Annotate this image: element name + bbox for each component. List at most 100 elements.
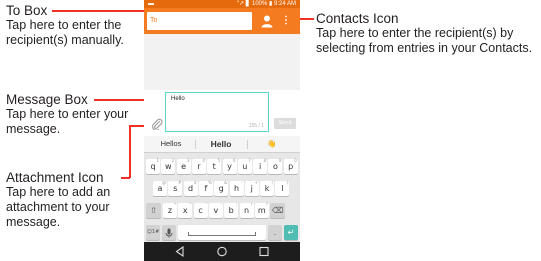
key-secondary-label: ' xyxy=(205,202,207,207)
microphone-icon xyxy=(165,228,173,237)
callout-description: Tap here to enter the recipient(s) by se… xyxy=(316,26,533,55)
keyboard: Hellos Hello 👋 q 1 w 2 e 3 r 4 t 5 y 6 u 7 i 8 o 9 p 0 a @ s # d… xyxy=(144,136,300,242)
callout-contacts-icon: Contacts Icon Tap here to enter the reci… xyxy=(316,11,538,56)
recents-square-icon xyxy=(259,246,269,257)
key-secondary-label: * xyxy=(174,202,176,207)
key-label: d xyxy=(188,184,194,193)
backspace-key[interactable]: ⌫ xyxy=(270,203,286,218)
key-label: w xyxy=(165,162,172,171)
key-label: g xyxy=(218,184,224,193)
key-secondary-label: $ xyxy=(194,180,197,185)
key-u[interactable]: u7 xyxy=(237,158,252,174)
key-secondary-label: ! xyxy=(250,202,253,207)
key-label: b xyxy=(228,206,234,215)
back-button[interactable] xyxy=(173,245,187,258)
key-f[interactable]: f% xyxy=(198,180,213,196)
key-label: x xyxy=(182,206,188,215)
period-key[interactable]: . xyxy=(268,225,282,240)
to-field[interactable]: To xyxy=(147,12,252,30)
key-s[interactable]: s # xyxy=(168,180,183,196)
key-q[interactable]: q1 xyxy=(146,158,160,174)
key-secondary-label: ( xyxy=(271,180,274,185)
key-o[interactable]: o9 xyxy=(268,158,283,174)
phone-screen: ▬ “↗ ▋ 100% ▮ 9:24 AM To ⋮ Hello 155 / 1… xyxy=(144,0,300,261)
key-label: m xyxy=(257,206,266,215)
shift-key[interactable]: ⇧ xyxy=(146,203,161,218)
key-secondary-label: 7 xyxy=(248,158,251,163)
callout-title: Contacts Icon xyxy=(316,11,399,26)
key-l[interactable]: l) xyxy=(275,180,290,196)
key-label: p xyxy=(288,162,294,171)
key-e[interactable]: e3 xyxy=(176,158,191,174)
key-label: t xyxy=(212,162,216,171)
status-bar: ▬ “↗ ▋ 100% ▮ 9:24 AM xyxy=(144,0,300,8)
key-n[interactable]: n! xyxy=(239,202,254,218)
notification-icon: ▬ xyxy=(148,1,154,7)
key-b[interactable]: b; xyxy=(224,202,239,218)
key-secondary-label: & xyxy=(224,180,228,185)
key-p[interactable]: p0 xyxy=(283,158,298,174)
key-c[interactable]: c ' xyxy=(193,202,208,218)
key-secondary-label: " xyxy=(189,202,192,207)
back-triangle-icon xyxy=(175,245,184,258)
suggestion-2[interactable]: Hello xyxy=(196,136,246,152)
callout-attachment-icon: Attachment Icon Tap here to add an attac… xyxy=(6,170,140,230)
key-t[interactable]: t5 xyxy=(207,158,222,174)
key-z[interactable]: z * xyxy=(163,202,177,218)
key-w[interactable]: w2 xyxy=(161,158,176,174)
symbols-key[interactable]: ☺1# xyxy=(146,225,160,240)
status-info: “↗ ▋ 100% ▮ 9:24 AM xyxy=(237,1,296,7)
key-label: h xyxy=(233,184,240,193)
suggestion-1[interactable]: Hellos xyxy=(148,136,194,152)
key-secondary-label: 2 xyxy=(171,158,175,163)
voice-input-key[interactable] xyxy=(162,225,176,240)
key-label: i xyxy=(258,162,262,171)
character-counter: 155 / 1 xyxy=(248,123,264,129)
suggestion-bar: Hellos Hello 👋 xyxy=(144,136,300,153)
key-secondary-label: ) xyxy=(286,180,289,185)
key-g[interactable]: g & xyxy=(214,180,229,196)
home-circle-icon xyxy=(217,246,227,257)
app-bar: To ⋮ xyxy=(144,8,300,34)
key-label: e xyxy=(181,162,187,171)
key-secondary-label: ? xyxy=(265,202,268,207)
key-label: l xyxy=(281,184,284,193)
key-secondary-label: @ xyxy=(162,180,166,185)
attachment-button[interactable] xyxy=(151,117,163,131)
key-k[interactable]: k( xyxy=(260,180,275,196)
send-button[interactable]: Send xyxy=(274,118,296,129)
key-v[interactable]: v: xyxy=(208,202,223,218)
recents-button[interactable] xyxy=(257,245,271,258)
callout-description: Tap here to enter the recipient(s) manua… xyxy=(6,18,124,47)
key-j[interactable]: j + xyxy=(244,180,259,196)
more-options-button[interactable]: ⋮ xyxy=(280,14,292,28)
navigation-bar xyxy=(144,242,300,261)
compose-bar: Hello 155 / 1 Send xyxy=(144,90,300,136)
key-label: y xyxy=(227,162,232,171)
key-i[interactable]: i8 xyxy=(253,158,268,174)
conversation-area xyxy=(144,34,300,90)
home-button[interactable] xyxy=(215,245,229,258)
key-label: j xyxy=(250,184,253,193)
to-label: To xyxy=(150,17,158,24)
key-label: s xyxy=(173,184,178,193)
key-secondary-label: 3 xyxy=(187,158,190,163)
key-h[interactable]: h- xyxy=(229,180,244,196)
message-box[interactable]: Hello 155 / 1 xyxy=(165,92,269,132)
key-m[interactable]: m? xyxy=(254,202,269,218)
key-y[interactable]: y6 xyxy=(222,158,237,174)
contacts-button[interactable] xyxy=(260,14,274,28)
key-d[interactable]: d $ xyxy=(183,180,198,196)
space-key[interactable] xyxy=(178,225,266,240)
key-r[interactable]: r4 xyxy=(191,158,206,174)
callout-title: Attachment Icon xyxy=(6,170,104,185)
suggestion-emoji[interactable]: 👋 xyxy=(248,136,296,152)
key-label: n xyxy=(243,206,250,215)
key-label: q xyxy=(150,162,156,171)
key-label: z xyxy=(167,206,173,215)
key-x[interactable]: x " xyxy=(178,202,193,218)
key-a[interactable]: a @ xyxy=(153,180,167,196)
enter-key[interactable]: ↵ xyxy=(284,225,298,240)
key-label: o xyxy=(272,162,278,171)
message-text: Hello xyxy=(171,96,185,102)
